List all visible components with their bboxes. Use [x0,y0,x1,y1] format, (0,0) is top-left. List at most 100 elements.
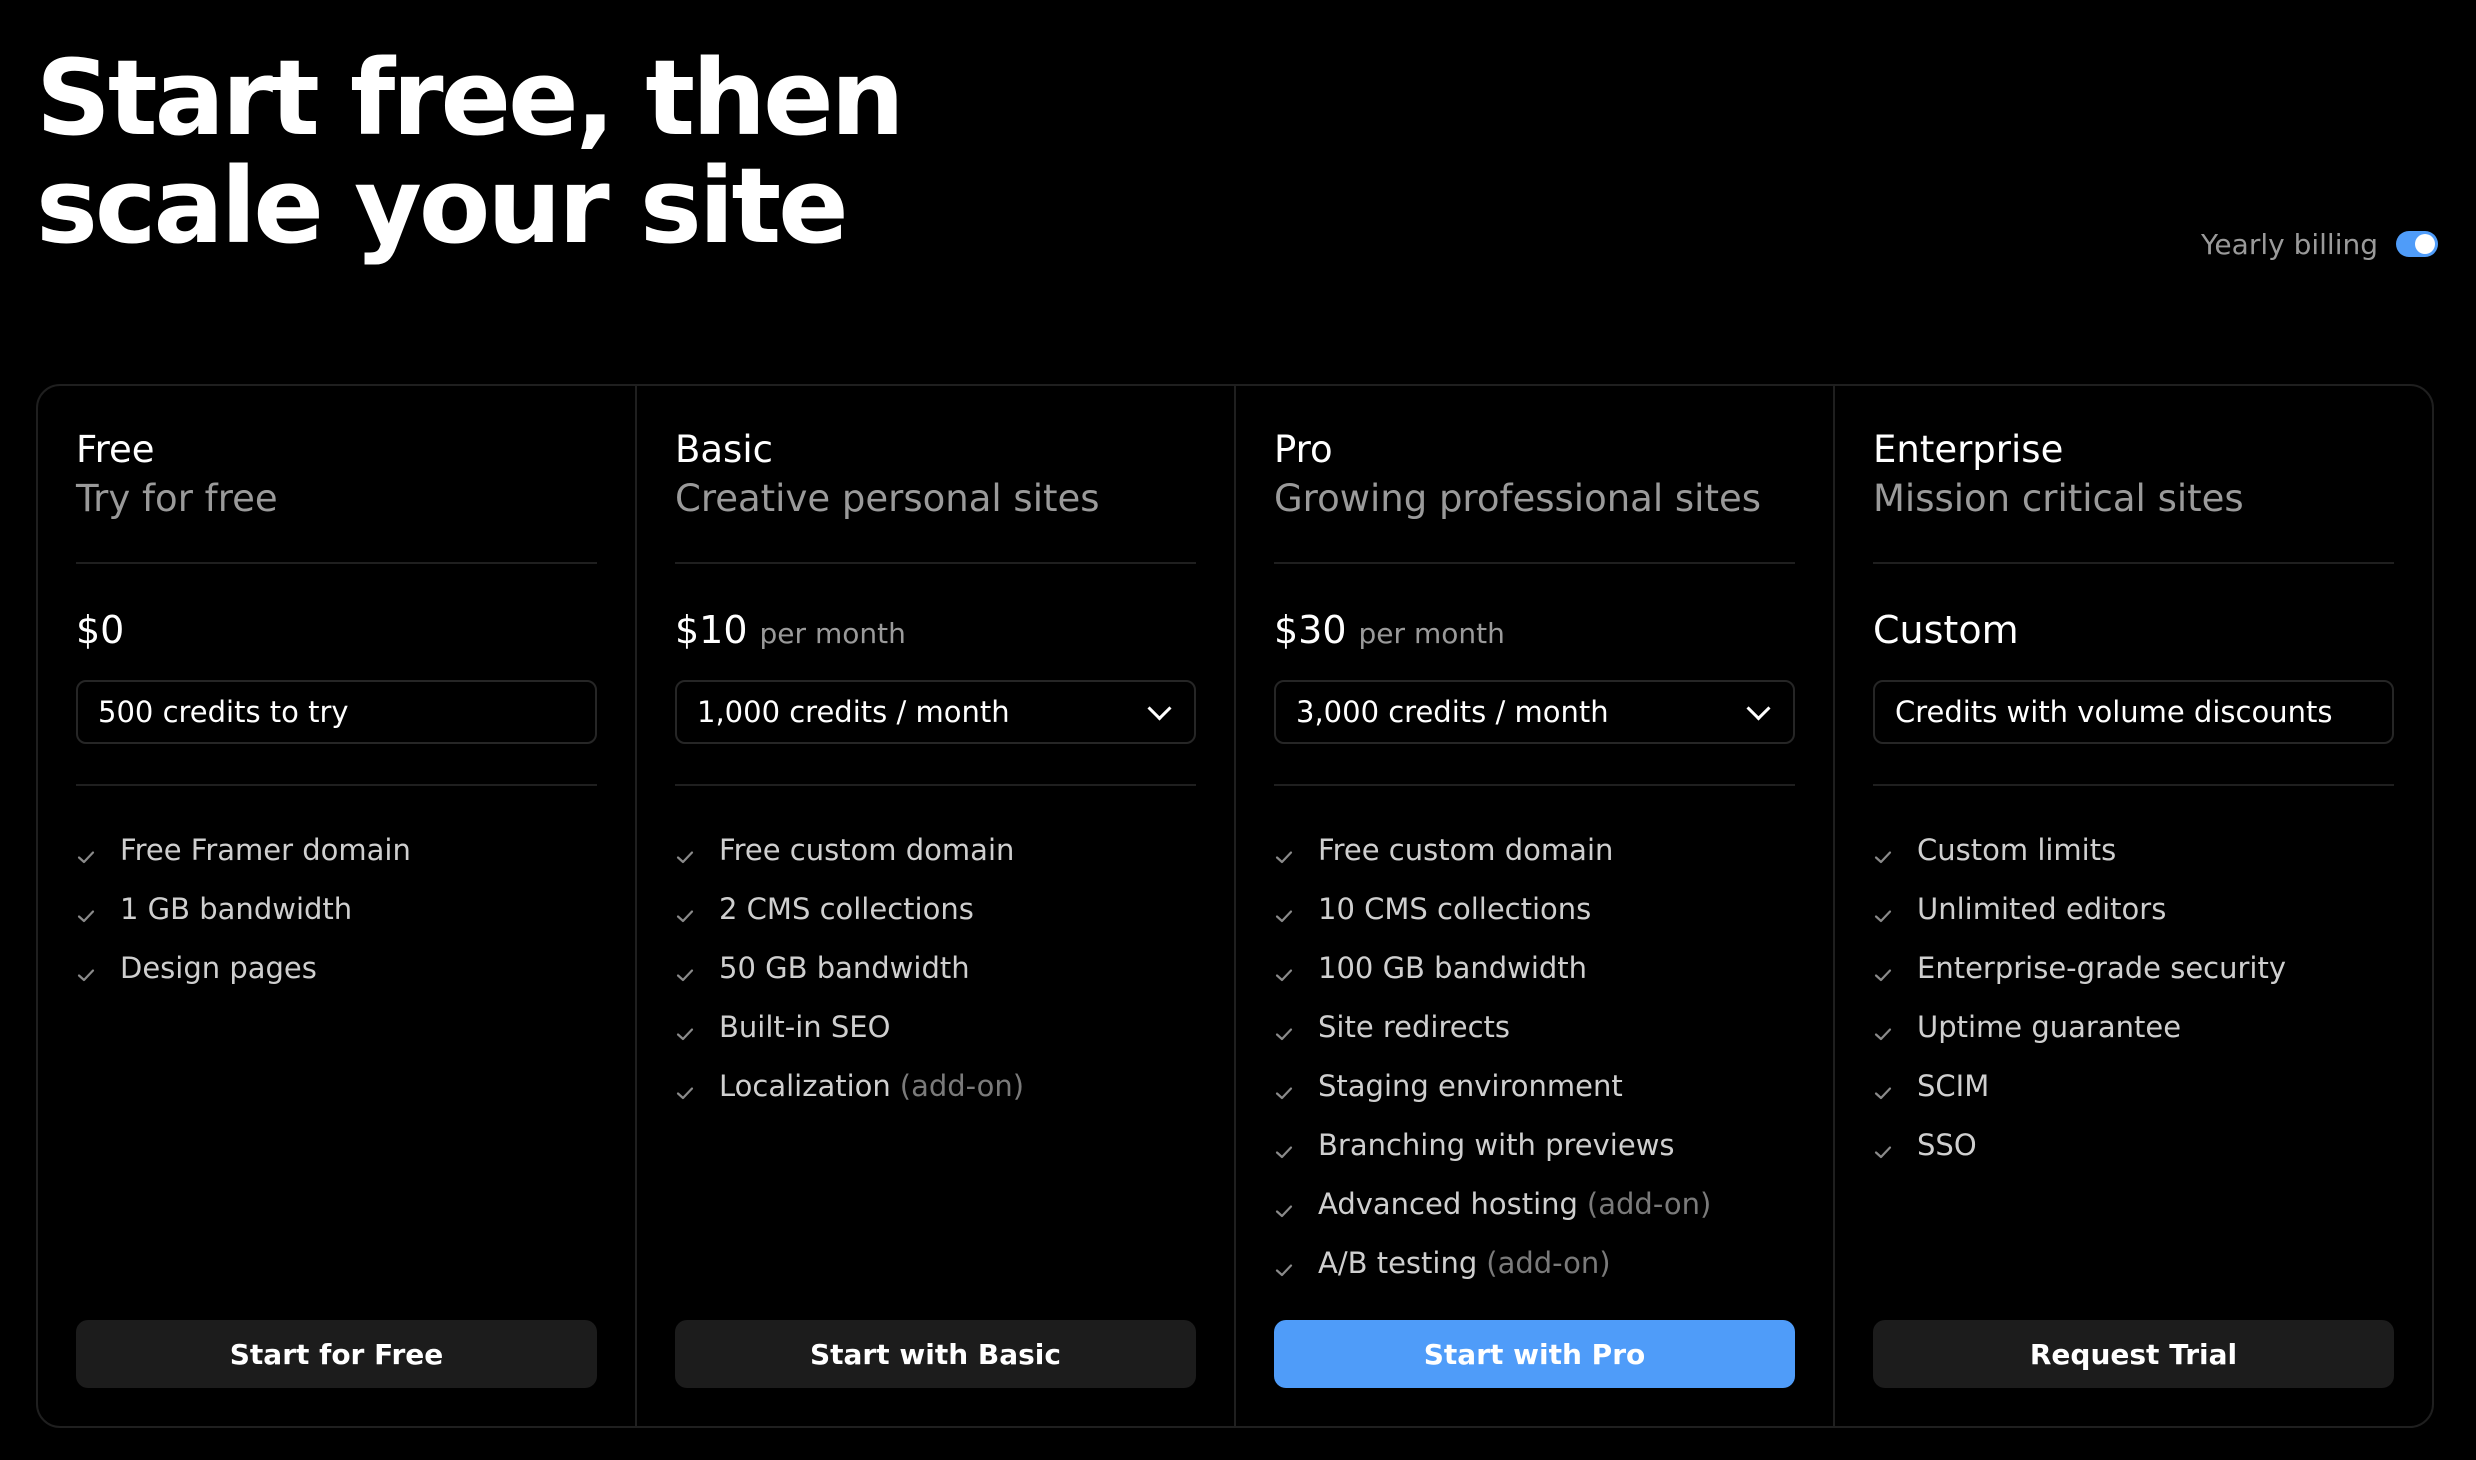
check-icon [675,1076,695,1099]
feature-item: 10 CMS collections [1274,879,1795,938]
feature-item: SSO [1873,1115,2394,1174]
feature-text: 100 GB bandwidth [1318,950,1588,985]
check-icon [1873,1135,1893,1158]
feature-addon-note: (add-on) [899,1068,1025,1103]
chevron-down-icon [1147,695,1172,721]
feature-item: Unlimited editors [1873,879,2394,938]
feature-item: SCIM [1873,1056,2394,1115]
credits-value: 3,000 credits / month [1296,695,1609,729]
start-for-free-button[interactable]: Start for Free [76,1320,597,1388]
feature-item: Free Framer domain [76,820,597,879]
check-icon [1274,1017,1294,1040]
feature-item: Design pages [76,938,597,997]
credits-info: 500 credits to try [76,680,597,744]
plan-card-pro: Pro Growing professional sites $30 per m… [1236,386,1835,1426]
plan-price-unit: per month [759,617,906,650]
feature-item: 100 GB bandwidth [1274,938,1795,997]
feature-text: Localization [719,1068,891,1103]
check-icon [1873,1017,1893,1040]
credits-value: 1,000 credits / month [697,695,1010,729]
chevron-down-icon [1746,695,1771,721]
request-trial-button[interactable]: Request Trial [1873,1320,2394,1388]
start-with-basic-button[interactable]: Start with Basic [675,1320,1196,1388]
check-icon [1274,958,1294,981]
feature-text: Enterprise-grade security [1917,950,2286,985]
feature-item: Uptime guarantee [1873,997,2394,1056]
divider [675,562,1196,564]
price-row: $30 per month [1274,608,1795,658]
plan-price: $30 [1274,608,1347,652]
divider [76,562,597,564]
divider [1873,562,2394,564]
feature-text: SCIM [1917,1068,1990,1103]
plan-name: Basic [675,428,773,471]
page-title: Start free, then scale your site [36,37,905,267]
price-row: $0 [76,608,597,658]
billing-toggle-label: Yearly billing [2201,227,2378,261]
plan-name: Pro [1274,428,1333,471]
switch-knob [2415,234,2435,254]
check-icon [675,1017,695,1040]
feature-text: SSO [1917,1127,1977,1162]
feature-text: Site redirects [1318,1009,1511,1044]
feature-item: Built-in SEO [675,997,1196,1056]
check-icon [675,899,695,922]
check-icon [1274,1135,1294,1158]
feature-text: Free custom domain [719,832,1015,867]
feature-list: Free custom domain 2 CMS collections 50 GB… [675,820,1196,1115]
plan-price: $10 [675,608,748,652]
page-title-line-1: Start free, then [36,37,905,159]
feature-text: A/B testing [1318,1245,1478,1280]
check-icon [1274,1076,1294,1099]
check-icon [1274,1253,1294,1276]
divider [1274,562,1795,564]
feature-text: 1 GB bandwidth [120,891,353,926]
divider [675,784,1196,786]
feature-text: 2 CMS collections [719,891,974,926]
credits-dropdown[interactable]: 3,000 credits / month [1274,680,1795,744]
feature-text: Unlimited editors [1917,891,2167,926]
check-icon [76,840,96,863]
credits-info: Credits with volume discounts [1873,680,2394,744]
credits-value: Credits with volume discounts [1895,695,2333,729]
check-icon [76,958,96,981]
start-with-pro-button[interactable]: Start with Pro [1274,1320,1795,1388]
feature-list: Free Framer domain 1 GB bandwidth Design p… [76,820,597,997]
credits-dropdown[interactable]: 1,000 credits / month [675,680,1196,744]
check-icon [1274,899,1294,922]
page-title-line-2: scale your site [36,145,849,267]
feature-item: Free custom domain [1274,820,1795,879]
feature-text: Branching with previews [1318,1127,1675,1162]
yearly-billing-switch[interactable] [2396,231,2438,257]
check-icon [1274,1194,1294,1217]
check-icon [1873,840,1893,863]
feature-item: Localization (add-on) [675,1056,1196,1115]
divider [1873,784,2394,786]
feature-item: A/B testing (add-on) [1274,1233,1795,1292]
pricing-plans: Free Try for free $0 500 credits to try … [36,384,2434,1428]
check-icon [1873,1076,1893,1099]
plan-tagline: Creative personal sites [675,477,1100,520]
feature-addon-note: (add-on) [1586,1186,1712,1221]
feature-item: Branching with previews [1274,1115,1795,1174]
feature-list: Free custom domain 10 CMS collections 100 … [1274,820,1795,1292]
feature-item: Site redirects [1274,997,1795,1056]
feature-addon-note: (add-on) [1486,1245,1611,1280]
price-row: Custom [1873,608,2394,658]
feature-text: Free Framer domain [120,832,411,867]
plan-name: Enterprise [1873,428,2064,471]
feature-item: Staging environment [1274,1056,1795,1115]
plan-card-enterprise: Enterprise Mission critical sites Custom… [1835,386,2432,1426]
billing-toggle[interactable]: Yearly billing [2201,224,2438,264]
feature-text: Design pages [120,950,317,985]
check-icon [1274,840,1294,863]
check-icon [675,958,695,981]
plan-card-basic: Basic Creative personal sites $10 per mo… [637,386,1236,1426]
check-icon [1873,899,1893,922]
feature-text: 10 CMS collections [1318,891,1592,926]
feature-item: Free custom domain [675,820,1196,879]
feature-list: Custom limits Unlimited editors Enterprise… [1873,820,2394,1174]
feature-text: Staging environment [1318,1068,1623,1103]
feature-text: Free custom domain [1318,832,1614,867]
divider [76,784,597,786]
